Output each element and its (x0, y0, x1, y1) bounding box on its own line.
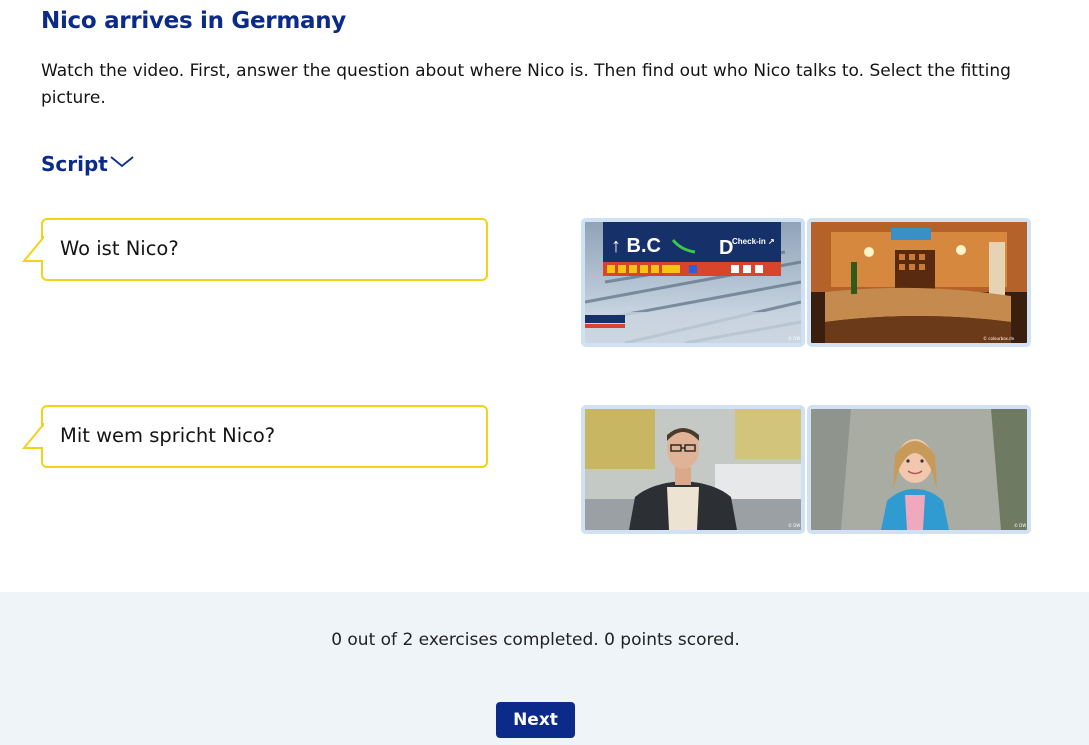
answer-option-man[interactable]: © DW (581, 405, 805, 534)
image-credit: © DW (1014, 523, 1026, 528)
next-button[interactable]: Next (496, 702, 575, 738)
sign-text-bc: ↑ B.C (611, 235, 661, 257)
airport-terminal-image: ↑ B.C D Check-in ↗ © DW (585, 222, 801, 343)
progress-footer: 0 out of 2 exercises completed. 0 points… (0, 592, 1089, 745)
image-credit: © DW (788, 336, 800, 341)
sign-text-checkin: Check-in ↗ (732, 237, 775, 246)
script-toggle[interactable]: Script (41, 152, 134, 176)
question-text: Wo ist Nico? (60, 237, 179, 260)
answer-option-airport[interactable]: ↑ B.C D Check-in ↗ © DW (581, 218, 805, 347)
answer-options-2: © DW © DW (581, 405, 1031, 534)
answer-option-girl[interactable]: © DW (807, 405, 1031, 534)
answer-option-hotel[interactable]: © colourbox.de (807, 218, 1031, 347)
instructions-text: Watch the video. First, answer the quest… (41, 61, 1011, 108)
progress-status: 0 out of 2 exercises completed. 0 points… (331, 630, 740, 650)
speech-bubble-tail (21, 236, 45, 262)
girl-with-backpack-image: © DW (811, 409, 1027, 530)
page-title: Nico arrives in Germany (41, 8, 346, 34)
image-credit: © DW (788, 523, 800, 528)
script-toggle-label: Script (41, 152, 108, 176)
question-text: Mit wem spricht Nico? (60, 424, 276, 447)
answer-options-1: ↑ B.C D Check-in ↗ © DW © colourbox.de (581, 218, 1031, 347)
image-credit: © colourbox.de (983, 336, 1015, 341)
question-bubble-2: Mit wem spricht Nico? (21, 405, 488, 468)
speech-bubble-tail (21, 423, 45, 449)
man-with-glasses-image: © DW (585, 409, 801, 530)
chevron-down-icon (110, 156, 134, 168)
hotel-reception-image: © colourbox.de (811, 222, 1027, 343)
question-bubble-1: Wo ist Nico? (21, 218, 488, 281)
